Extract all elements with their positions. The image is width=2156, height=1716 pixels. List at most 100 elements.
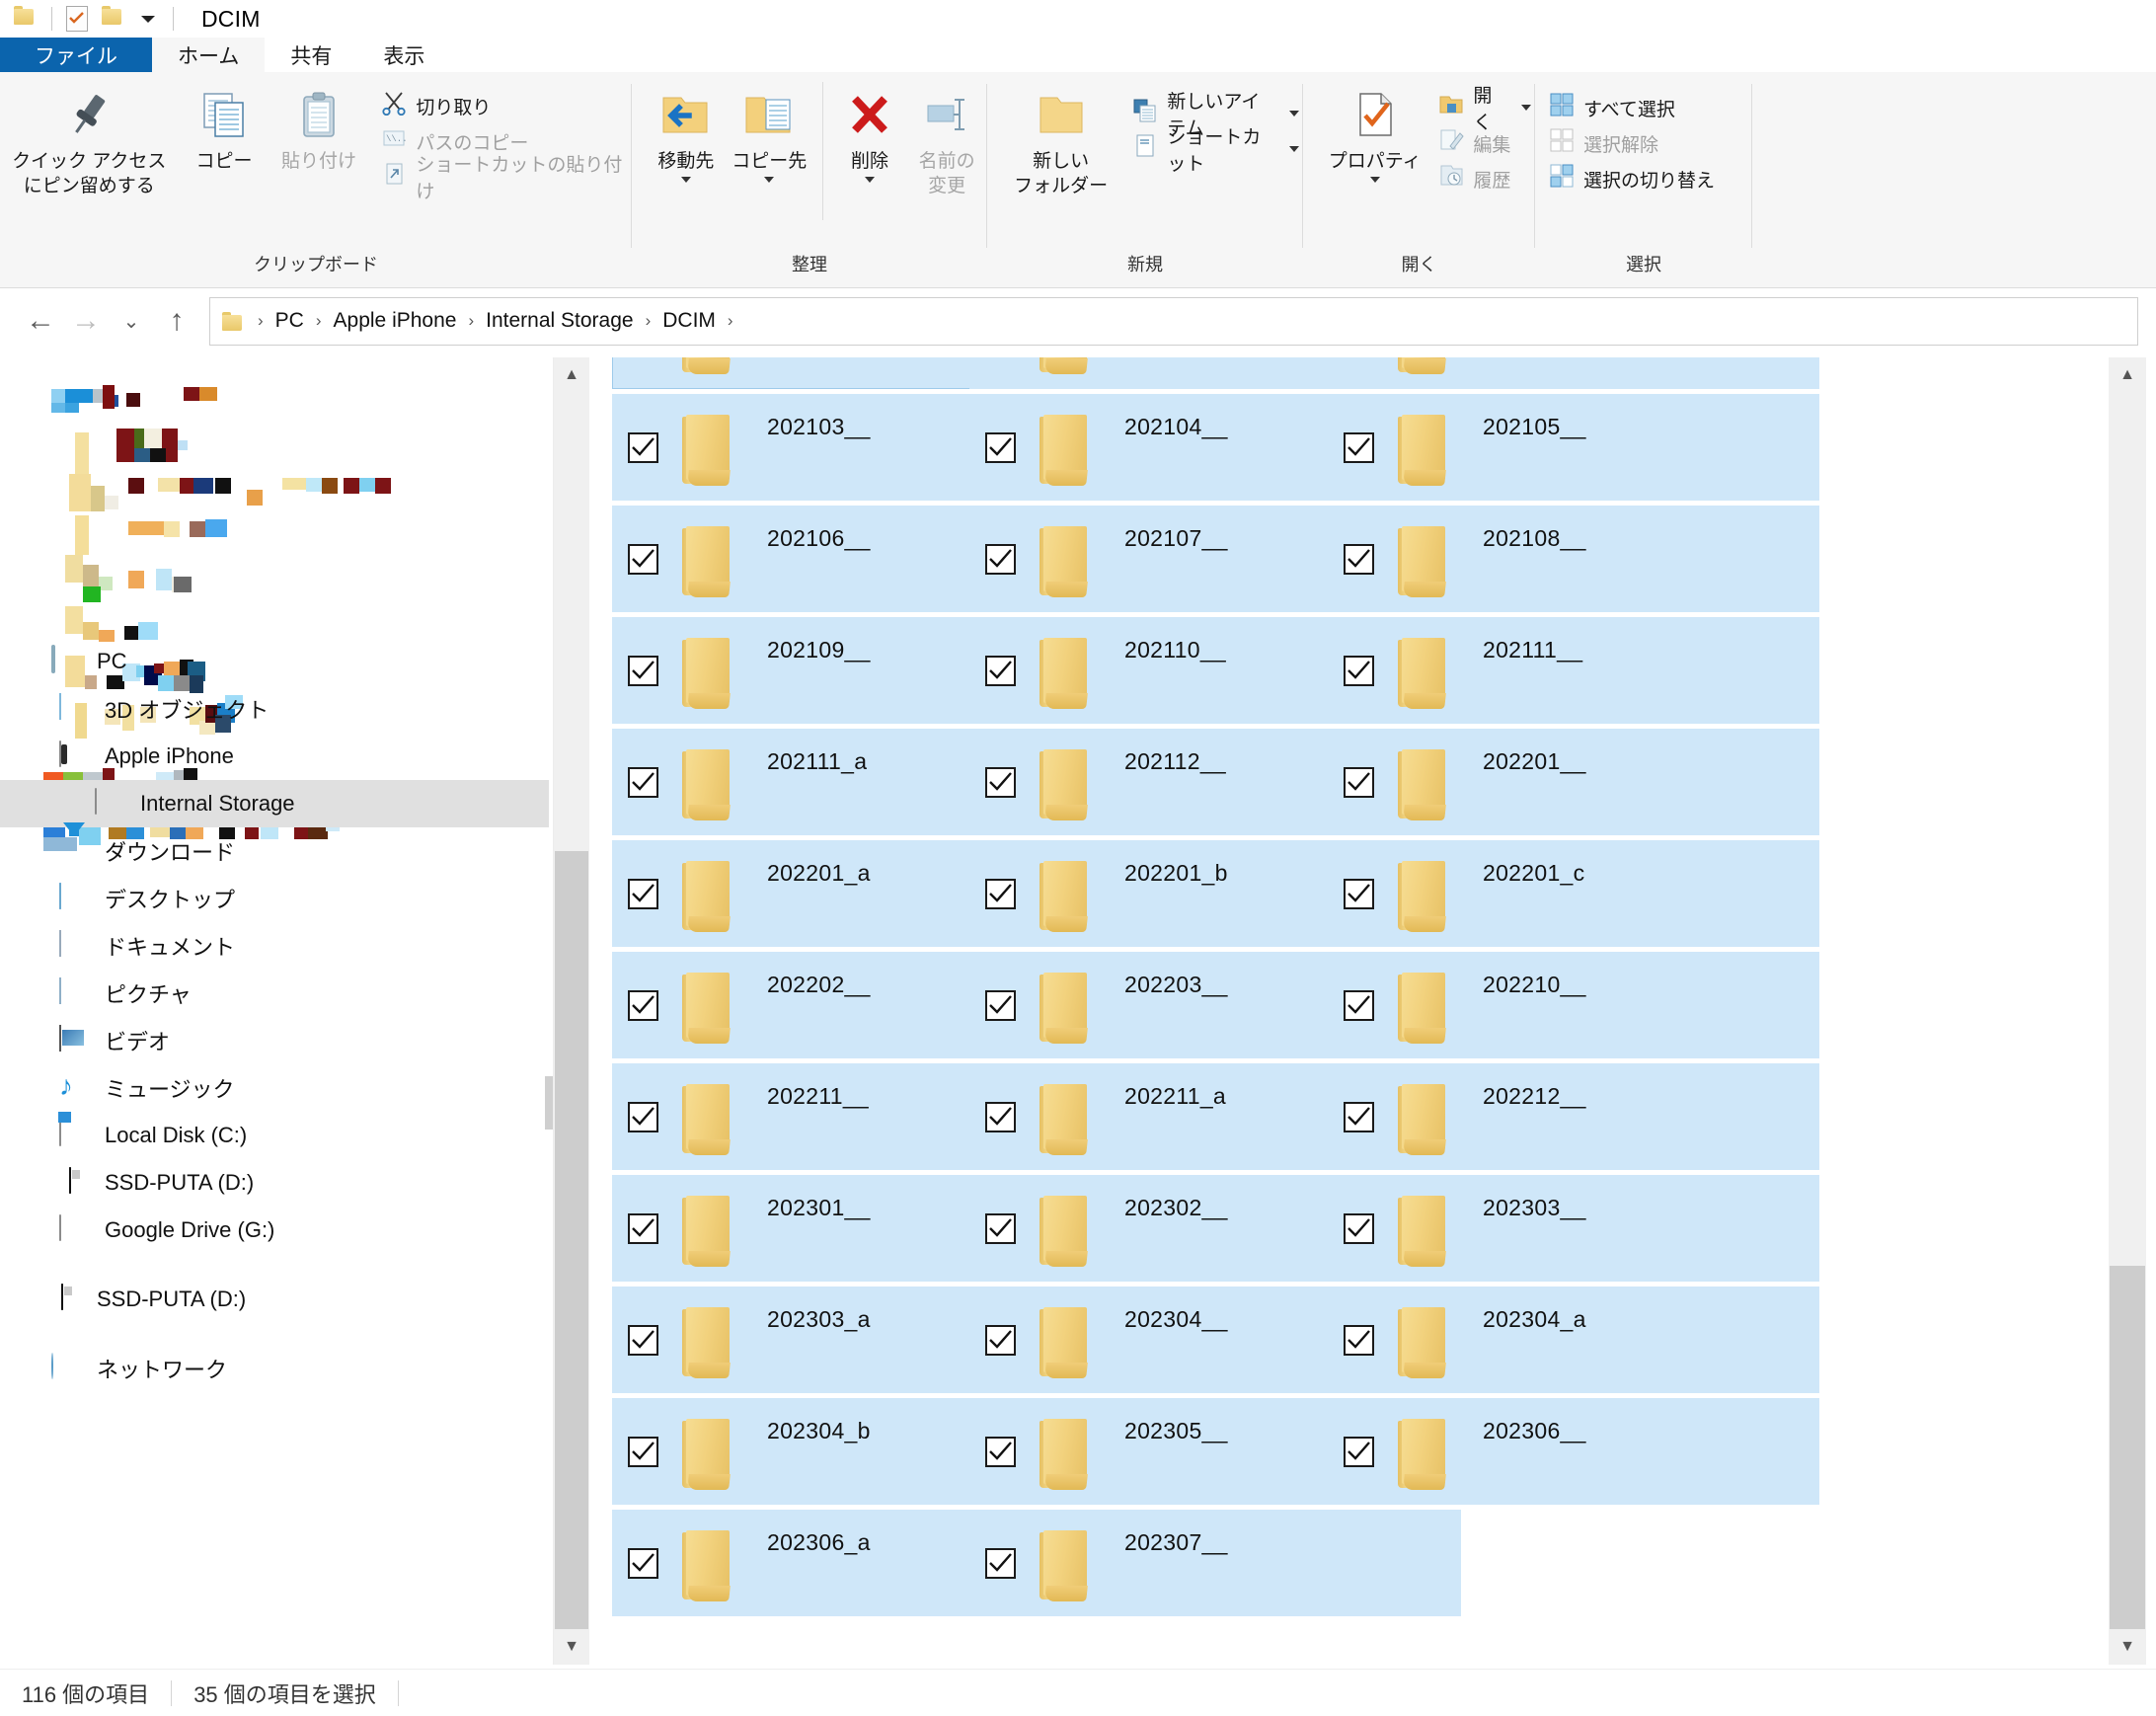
new-item-caret-icon[interactable] (1289, 111, 1299, 117)
file-checkbox[interactable] (628, 1212, 658, 1244)
properties-caret-icon[interactable] (1369, 177, 1380, 183)
tab-share[interactable]: 共有 (265, 38, 357, 72)
tab-file[interactable]: ファイル (0, 38, 152, 72)
file-checkbox[interactable] (628, 1101, 658, 1132)
pin-to-quick-access-button[interactable]: クイック アクセス にピン留めする (0, 72, 178, 198)
pane-splitter[interactable] (545, 1076, 553, 1130)
history-button[interactable]: 履歴 (1438, 161, 1535, 196)
file-checkbox[interactable] (628, 989, 658, 1021)
file-checkbox[interactable] (985, 1101, 1016, 1132)
tab-home[interactable]: ホーム (152, 38, 266, 72)
sidebar-item-apple-iphone[interactable]: Apple iPhone (59, 733, 234, 780)
move-to-caret-icon[interactable] (680, 177, 691, 183)
file-checkbox[interactable] (1344, 431, 1374, 463)
file-checkbox[interactable] (628, 543, 658, 575)
paste-button[interactable]: 貼り付け (270, 72, 368, 174)
file-checkbox[interactable] (985, 989, 1016, 1021)
file-checkbox[interactable] (628, 878, 658, 909)
sidebar-item-[interactable]: ネットワーク (51, 1345, 227, 1392)
file-checkbox[interactable] (985, 655, 1016, 686)
sidebar-item-local-disk-c[interactable]: Local Disk (C:) (59, 1112, 247, 1159)
edit-button[interactable]: 編集 (1438, 125, 1535, 161)
new-folder-button[interactable]: 新しい フォルダー (1005, 72, 1116, 198)
file-checkbox[interactable] (628, 1324, 658, 1356)
file-checkbox[interactable] (1344, 766, 1374, 798)
file-checkbox[interactable] (628, 1436, 658, 1467)
nav-scrollbar-thumb[interactable] (555, 851, 588, 1629)
file-checkbox[interactable] (1344, 989, 1374, 1021)
file-checkbox[interactable] (628, 766, 658, 798)
sidebar-item-ssd-puta-d[interactable]: SSD-PUTA (D:) (51, 1276, 246, 1323)
cut-button[interactable]: 切り取り (381, 88, 632, 123)
file-checkbox[interactable] (1344, 878, 1374, 909)
file-list-scrollbar[interactable]: ▲ ▼ (2109, 357, 2146, 1665)
file-checkbox[interactable] (985, 1212, 1016, 1244)
shortcut-caret-icon[interactable] (1289, 146, 1299, 152)
nav-scroll-down-arrow[interactable]: ▼ (554, 1629, 589, 1665)
copy-button[interactable]: コピー (178, 72, 270, 174)
sidebar-item-[interactable]: ♪ ミュージック (59, 1064, 235, 1112)
file-tile[interactable]: 202102__ (1328, 357, 1819, 389)
file-checkbox[interactable] (628, 431, 658, 463)
move-to-button[interactable]: 移動先 (646, 72, 727, 183)
rename-button[interactable]: 名前の 変更 (906, 72, 987, 198)
breadcrumb-internal-storage[interactable]: Internal Storage (478, 309, 641, 333)
back-button[interactable]: ← (18, 304, 63, 338)
sidebar-item-pc[interactable]: PC (51, 638, 127, 685)
file-tile[interactable]: 202212__ (1328, 1063, 1819, 1170)
delete-caret-icon[interactable] (864, 177, 875, 183)
tab-view[interactable]: 表示 (357, 38, 450, 72)
files-scroll-down-arrow[interactable]: ▼ (2109, 1629, 2146, 1665)
sidebar-item-[interactable]: ピクチャ (59, 970, 192, 1017)
file-checkbox[interactable] (985, 878, 1016, 909)
address-field[interactable]: › PC › Apple iPhone › Internal Storage ›… (209, 296, 2138, 346)
sidebar-item-[interactable]: ダウンロード (59, 822, 235, 875)
file-tile[interactable]: 202307__ (969, 1510, 1461, 1616)
file-checkbox[interactable] (985, 1547, 1016, 1579)
file-tile[interactable]: 202304_a (1328, 1287, 1819, 1393)
properties-button[interactable]: プロパティ (1321, 72, 1428, 183)
file-tile[interactable]: 202111__ (1328, 617, 1819, 724)
file-checkbox[interactable] (985, 431, 1016, 463)
invert-selection-button[interactable]: 選択の切り替え (1549, 161, 1719, 196)
sidebar-item-internal-storage[interactable]: Internal Storage (0, 780, 549, 827)
copy-to-caret-icon[interactable] (764, 177, 775, 183)
select-none-button[interactable]: 選択解除 (1549, 125, 1719, 161)
file-checkbox[interactable] (1344, 543, 1374, 575)
file-checkbox[interactable] (1344, 1436, 1374, 1467)
breadcrumb-dcim[interactable]: DCIM (654, 309, 724, 333)
recent-locations-button[interactable]: ⌄ (109, 309, 154, 334)
sidebar-item-[interactable]: デスクトップ (59, 875, 235, 922)
file-checkbox[interactable] (628, 655, 658, 686)
forward-button[interactable]: → (63, 304, 109, 338)
file-checkbox[interactable] (628, 1547, 658, 1579)
sidebar-item-3d[interactable]: 3D オブジェクト (59, 685, 269, 733)
file-tile[interactable]: 202201_c (1328, 840, 1819, 947)
file-checkbox[interactable] (1344, 655, 1374, 686)
open-button[interactable]: 開く (1438, 86, 1535, 133)
files-scroll-up-arrow[interactable]: ▲ (2109, 357, 2146, 393)
select-all-button[interactable]: すべて選択 (1549, 90, 1719, 125)
shortcut-button[interactable]: ショートカット (1132, 127, 1303, 175)
file-tile[interactable]: 202201__ (1328, 729, 1819, 835)
file-list-view[interactable]: 202012__202101__202102__202103__202104__… (612, 357, 2105, 1665)
sidebar-item-[interactable]: ビデオ (59, 1017, 170, 1064)
sidebar-item-[interactable]: ドキュメント (59, 922, 235, 970)
file-checkbox[interactable] (1344, 1212, 1374, 1244)
up-button[interactable]: ↑ (154, 304, 199, 338)
file-checkbox[interactable] (985, 766, 1016, 798)
file-tile[interactable]: 202303__ (1328, 1175, 1819, 1282)
file-tile[interactable]: 202105__ (1328, 394, 1819, 501)
open-caret-icon[interactable] (1521, 105, 1531, 111)
customize-quickaccess-caret-icon[interactable] (141, 15, 155, 23)
new-folder-quickaccess-icon[interactable] (102, 6, 127, 32)
file-checkbox[interactable] (985, 1436, 1016, 1467)
file-checkbox[interactable] (1344, 1324, 1374, 1356)
delete-button[interactable]: 削除 (833, 72, 907, 183)
file-list-scrollbar-thumb[interactable] (2110, 1266, 2145, 1629)
file-tile[interactable]: 202306__ (1328, 1398, 1819, 1505)
sidebar-item-google-drive-g[interactable]: Google Drive (G:) (59, 1207, 274, 1254)
copy-to-button[interactable]: コピー先 (727, 72, 812, 183)
sidebar-item-ssd-puta-d[interactable]: SSD-PUTA (D:) (59, 1159, 254, 1207)
file-checkbox[interactable] (985, 543, 1016, 575)
